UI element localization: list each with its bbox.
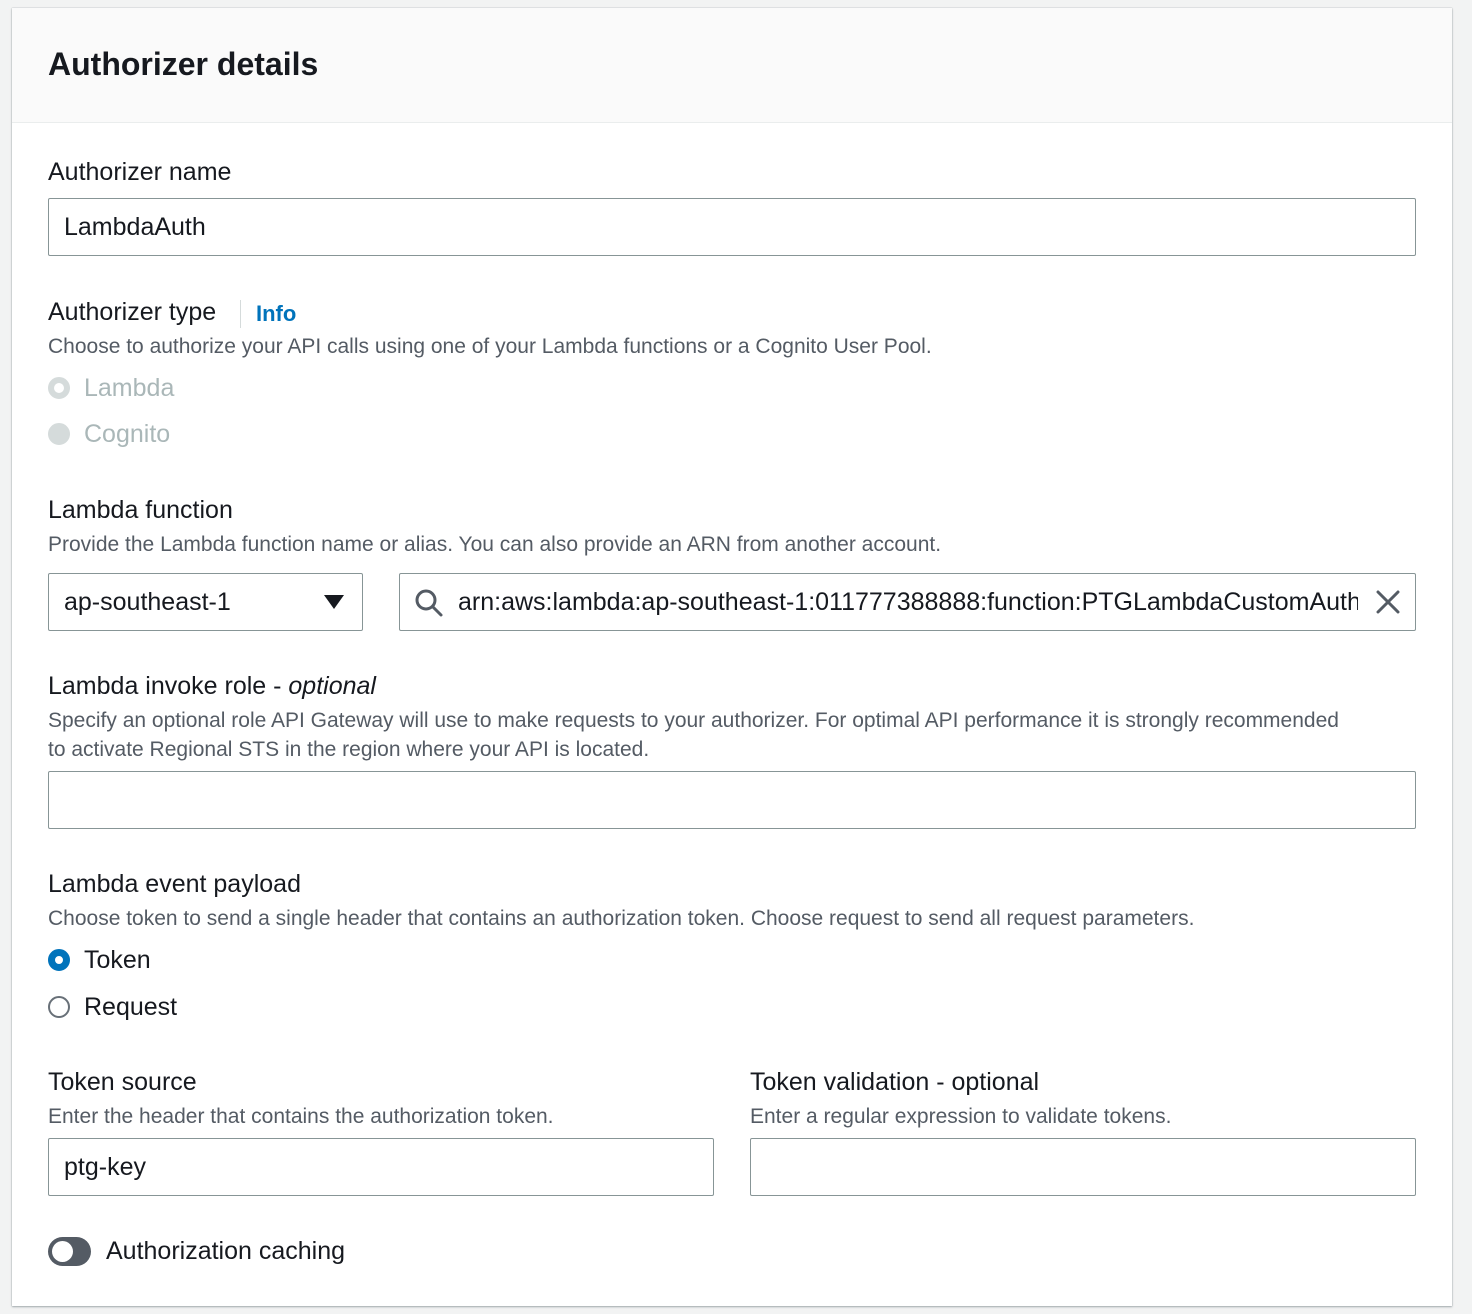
token-validation-input[interactable]: [750, 1138, 1416, 1196]
radio-token-icon[interactable]: [48, 949, 70, 971]
authorization-caching-toggle[interactable]: [48, 1237, 91, 1266]
event-payload-description: Choose token to send a single header tha…: [48, 907, 1195, 930]
radio-option-token[interactable]: Token: [48, 943, 151, 977]
authorizer-type-description: Choose to authorize your API calls using…: [48, 335, 932, 358]
info-separator: [240, 300, 241, 328]
token-validation-label: Token validation - optional: [750, 1068, 1040, 1096]
region-select-value: ap-southeast-1: [64, 588, 231, 616]
radio-token-label: Token: [84, 946, 151, 974]
event-payload-label: Lambda event payload: [48, 870, 301, 898]
radio-option-lambda[interactable]: Lambda: [48, 371, 174, 405]
lambda-function-description: Provide the Lambda function name or alia…: [48, 533, 942, 556]
region-select[interactable]: ap-southeast-1: [48, 573, 363, 631]
invoke-role-description-1: Specify an optional role API Gateway wil…: [48, 709, 1339, 732]
token-source-field[interactable]: [64, 1139, 713, 1196]
token-source-label: Token source: [48, 1068, 197, 1096]
authorizer-name-field[interactable]: [64, 199, 1415, 256]
authorization-caching-label: Authorization caching: [106, 1237, 346, 1265]
authorizer-type-label: Authorizer type: [48, 298, 217, 326]
radio-lambda-label: Lambda: [84, 374, 175, 402]
toggle-knob: [52, 1241, 73, 1262]
lambda-function-value[interactable]: arn:aws:lambda:ap-southeast-1:0117773888…: [458, 574, 1358, 630]
panel-header: Authorizer details: [12, 8, 1452, 123]
token-validation-field[interactable]: [766, 1139, 1415, 1196]
authorizer-name-label: Authorizer name: [48, 158, 232, 186]
radio-option-request[interactable]: Request: [48, 990, 177, 1024]
radio-option-cognito[interactable]: Cognito: [48, 417, 170, 451]
caret-down-icon: [324, 595, 344, 609]
invoke-role-optional: optional: [288, 672, 376, 700]
radio-request-label: Request: [84, 993, 178, 1021]
authorizer-details-panel: Authorizer details Authorizer name Autho…: [12, 8, 1452, 1306]
clear-icon[interactable]: [1375, 589, 1401, 615]
invoke-role-label-text: Lambda invoke role -: [48, 672, 289, 700]
lambda-function-search[interactable]: arn:aws:lambda:ap-southeast-1:0117773888…: [399, 573, 1416, 631]
invoke-role-input[interactable]: [48, 771, 1416, 829]
authorizer-name-input[interactable]: [48, 198, 1416, 256]
radio-cognito-label: Cognito: [84, 420, 171, 448]
token-validation-description: Enter a regular expression to validate t…: [750, 1105, 1172, 1128]
info-link[interactable]: Info: [256, 297, 296, 331]
lambda-function-label: Lambda function: [48, 496, 233, 524]
invoke-role-description-2: to activate Regional STS in the region w…: [48, 738, 650, 761]
panel-title: Authorizer details: [48, 46, 319, 82]
token-source-description: Enter the header that contains the autho…: [48, 1105, 554, 1128]
token-source-input[interactable]: [48, 1138, 714, 1196]
radio-cognito-icon[interactable]: [48, 423, 70, 445]
radio-lambda-icon[interactable]: [48, 377, 70, 399]
search-icon: [415, 589, 443, 617]
invoke-role-field[interactable]: [64, 772, 1415, 829]
invoke-role-label: Lambda invoke role - optional: [48, 669, 376, 703]
radio-request-icon[interactable]: [48, 996, 70, 1018]
